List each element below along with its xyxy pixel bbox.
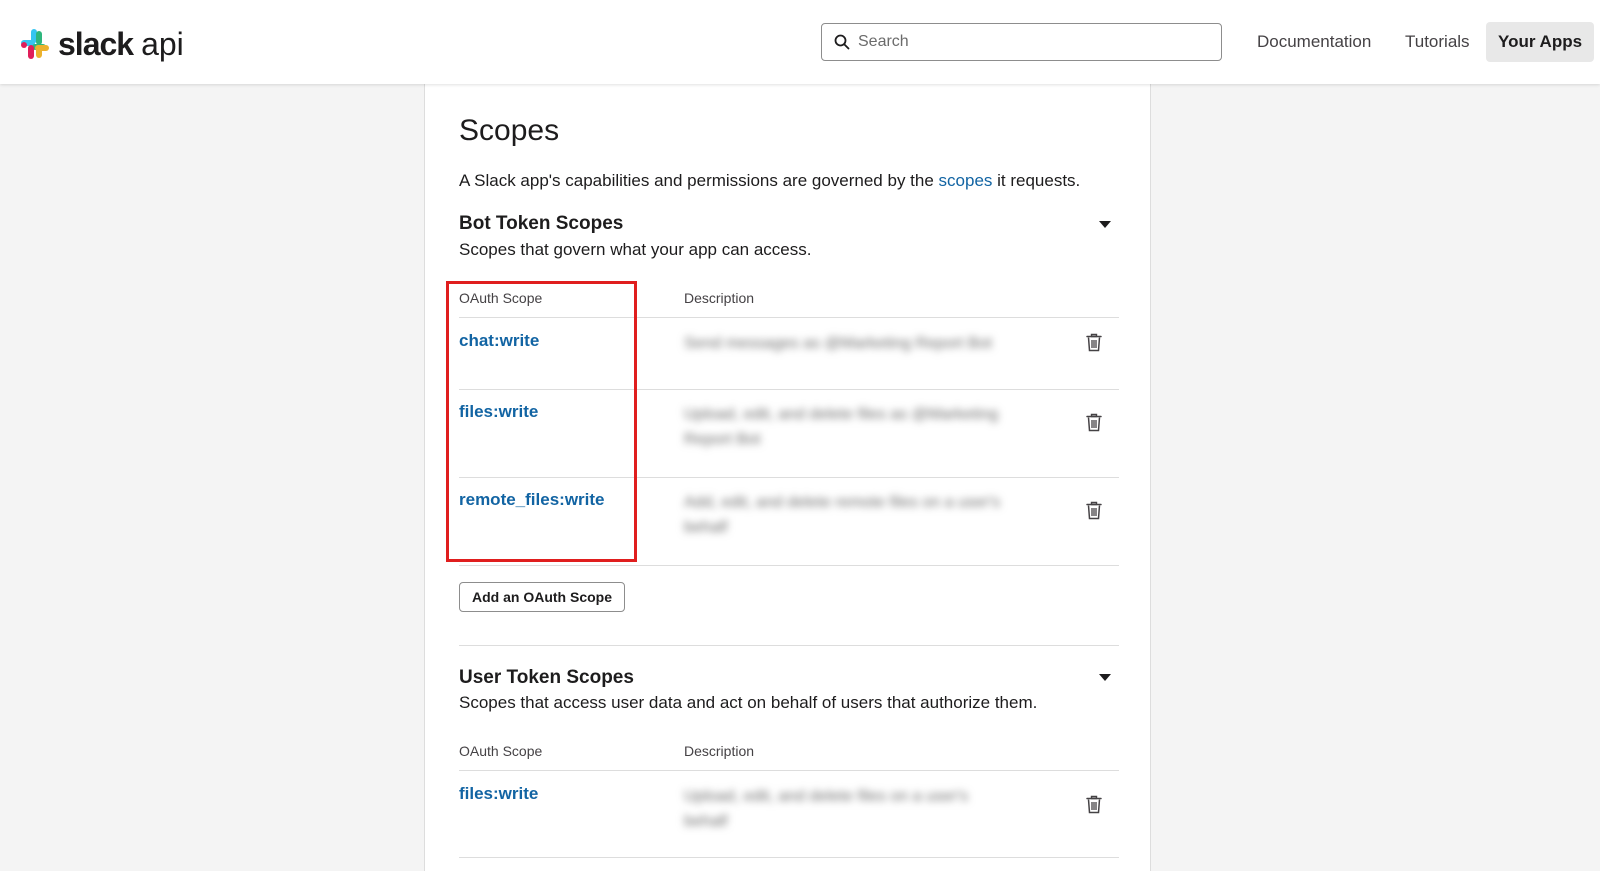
caret-down-icon[interactable] [1099,674,1111,681]
section-divider [459,645,1119,646]
intro-before: A Slack app's capabilities and permissio… [459,171,939,190]
brand-logo-link[interactable]: slack api [20,24,184,64]
search-box[interactable] [821,23,1222,61]
table-header-rule [459,770,1119,771]
nav-documentation[interactable]: Documentation [1245,22,1383,62]
top-navigation-bar: slack api Documentation Tutorials Your A… [0,0,1600,84]
intro-after: it requests. [992,171,1081,190]
search-icon [834,34,850,50]
column-header-description: Description [684,290,755,306]
search-input[interactable] [858,33,1198,51]
trash-icon[interactable] [1086,501,1102,520]
page-title: Scopes [459,114,560,147]
slack-logo-icon [21,29,49,59]
user-token-scopes-description: Scopes that access user data and act on … [459,693,1038,712]
row-rule [459,389,1119,390]
brand-wordmark: slack [58,25,134,62]
column-header-oauth-scope: OAuth Scope [459,290,543,306]
scope-description: Upload, edit, and delete files as @Marke… [684,406,999,448]
caret-down-icon[interactable] [1099,221,1111,228]
bot-token-scopes-description: Scopes that govern what your app can acc… [459,240,812,259]
scopes-panel: Scopes A Slack app's capabilities and pe… [424,84,1151,871]
trash-icon[interactable] [1086,413,1102,432]
column-header-oauth-scope: OAuth Scope [459,743,543,759]
nav-tutorials[interactable]: Tutorials [1393,22,1482,62]
add-oauth-scope-button[interactable]: Add an OAuth Scope [459,582,625,612]
scope-description: Upload, edit, and delete files on a user… [684,788,969,830]
scope-name[interactable]: files:write [459,784,538,804]
bot-token-scopes-title: Bot Token Scopes [459,213,624,234]
trash-icon[interactable] [1086,333,1102,352]
scope-description: Send messages as @Marketing Report Bot [684,335,992,352]
scopes-link[interactable]: scopes [939,171,993,190]
nav-your-apps[interactable]: Your Apps [1486,22,1595,62]
table-header-rule [459,317,1119,318]
trash-icon[interactable] [1086,795,1102,814]
brand-api-label: api [141,25,184,62]
scope-name[interactable]: remote_files:write [459,490,605,510]
scope-name[interactable]: chat:write [459,331,539,351]
user-token-scopes-title: User Token Scopes [459,667,634,688]
row-rule [459,857,1119,858]
intro-text: A Slack app's capabilities and permissio… [459,171,1080,191]
row-rule [459,565,1119,566]
scope-description: Add, edit, and delete remote files on a … [684,494,1001,536]
row-rule [459,477,1119,478]
column-header-description: Description [684,743,755,759]
scope-name[interactable]: files:write [459,402,538,422]
